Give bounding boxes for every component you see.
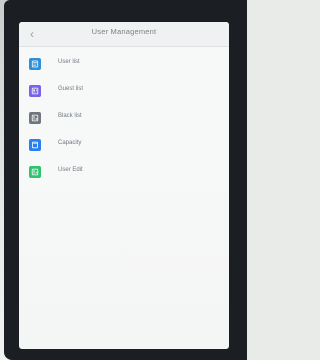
device-frame: ‹ User Management User list Guest list B…	[4, 0, 247, 360]
menu-item-capacity[interactable]: Capacity	[19, 136, 229, 156]
user-management-menu: User list Guest list Black list Capacity…	[19, 55, 229, 190]
menu-item-guest-list[interactable]: Guest list	[19, 82, 229, 102]
menu-item-black-list[interactable]: Black list	[19, 109, 229, 129]
menu-item-user-list[interactable]: User list	[19, 55, 229, 75]
menu-item-label: Capacity	[58, 140, 82, 146]
black-list-icon	[29, 112, 41, 124]
screen: ‹ User Management User list Guest list B…	[19, 22, 229, 349]
user-edit-icon	[29, 166, 41, 178]
menu-item-label: User Edit	[58, 167, 83, 173]
guest-list-icon	[29, 85, 41, 97]
capacity-icon	[29, 139, 41, 151]
menu-item-label: Black list	[58, 113, 82, 119]
page-title: User Management	[91, 27, 157, 36]
menu-item-user-edit[interactable]: User Edit	[19, 163, 229, 183]
top-bar: ‹ User Management	[19, 22, 229, 47]
menu-item-label: User list	[58, 59, 80, 65]
menu-item-label: Guest list	[58, 86, 84, 92]
user-list-icon	[29, 58, 41, 70]
